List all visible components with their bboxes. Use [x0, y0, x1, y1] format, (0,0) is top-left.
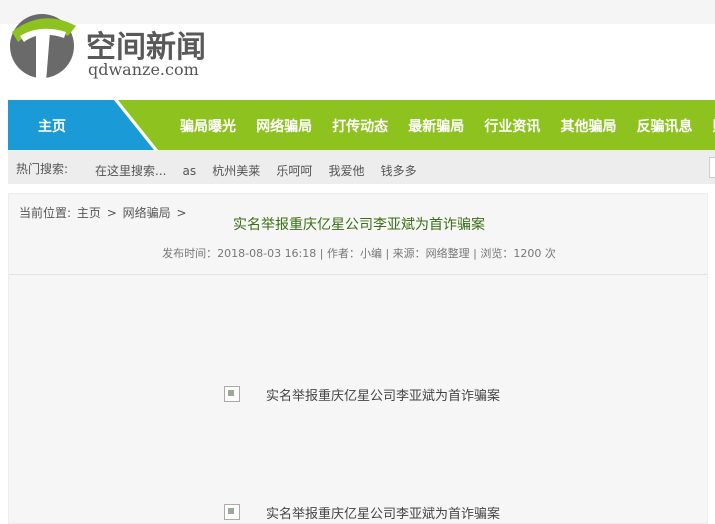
- nav-item-scam-exposure[interactable]: 骗局曝光: [180, 116, 236, 136]
- article-title-text: 实名举报重庆亿星公司李亚斌为首诈骗案: [233, 217, 485, 233]
- hot-search-item[interactable]: as: [183, 164, 197, 178]
- main-nav: 主页 骗局曝光 网络骗局 打传动态 最新骗局 行业资讯 其他骗局 反骗讯息 财: [8, 100, 715, 150]
- divider: [9, 274, 707, 275]
- site-logo[interactable]: 空间新闻 qdwanze.com: [6, 2, 206, 88]
- hot-search-item[interactable]: 杭州美莱: [212, 162, 260, 179]
- hot-search-item[interactable]: 乐呵呵: [276, 162, 312, 179]
- article-title: 实名举报重庆亿星公司李亚斌为首诈骗案: [9, 214, 709, 234]
- nav-item-crackdown-news[interactable]: 打传动态: [332, 116, 388, 136]
- nav-item-latest-scams[interactable]: 最新骗局: [408, 116, 464, 136]
- image-alt-text: 实名举报重庆亿星公司李亚斌为首诈骗案: [266, 507, 501, 522]
- hot-search-label: 热门搜索:: [16, 162, 69, 176]
- nav-item-anti-fraud[interactable]: 反骗讯息: [637, 116, 693, 136]
- image-alt-text: 实名举报重庆亿星公司李亚斌为首诈骗案: [266, 389, 501, 404]
- broken-image-icon: [224, 504, 240, 520]
- hot-search-item[interactable]: 我爱他: [328, 162, 364, 179]
- article-panel: 当前位置: 主页 > 网络骗局 > 实名举报重庆亿星公司李亚斌为首诈骗案 发布时…: [8, 193, 708, 524]
- nav-items: 骗局曝光 网络骗局 打传动态 最新骗局 行业资讯 其他骗局 反骗讯息 财: [180, 116, 715, 136]
- logo-domain: qdwanze.com: [88, 60, 199, 79]
- search-input[interactable]: [709, 157, 715, 178]
- broken-image-icon: [224, 386, 240, 402]
- nav-home-tab-shape: [8, 100, 158, 150]
- nav-item-online-scams[interactable]: 网络骗局: [256, 116, 312, 136]
- nav-home-link[interactable]: 主页: [38, 116, 66, 136]
- logo-mark-icon: [10, 14, 76, 82]
- article-image: 实名举报重庆亿星公司李亚斌为首诈骗案: [224, 385, 500, 404]
- hot-search-item[interactable]: 钱多多: [381, 162, 417, 179]
- nav-item-industry-news[interactable]: 行业资讯: [484, 116, 540, 136]
- hot-search-bar: 热门搜索: 在这里搜索... as 杭州美莱 乐呵呵 我爱他 钱多多: [8, 150, 715, 184]
- hot-search-item[interactable]: 在这里搜索...: [95, 162, 166, 179]
- article-image: 实名举报重庆亿星公司李亚斌为首诈骗案: [224, 503, 500, 522]
- nav-item-other-scams[interactable]: 其他骗局: [560, 116, 616, 136]
- article-meta: 发布时间：2018-08-03 16:18 | 作者：小编 | 来源：网络整理 …: [162, 247, 556, 260]
- hot-search-list: 在这里搜索... as 杭州美莱 乐呵呵 我爱他 钱多多: [95, 160, 428, 179]
